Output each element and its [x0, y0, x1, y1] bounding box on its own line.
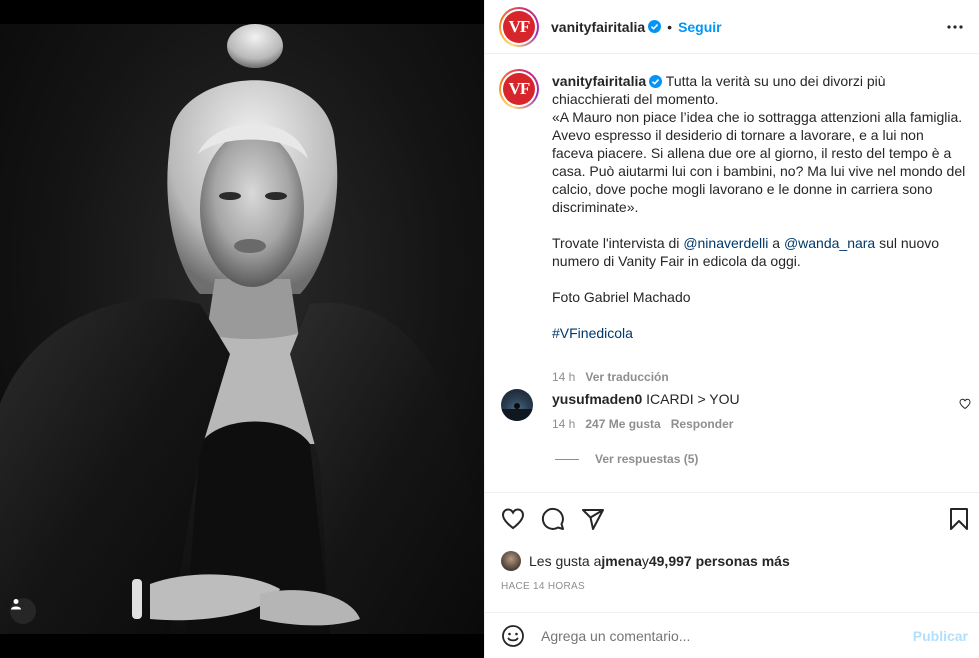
separator-dot: • — [667, 18, 673, 35]
comment-text: yusufmaden0 ICARDI > YOU — [552, 391, 740, 407]
user-tag-icon — [11, 599, 21, 610]
verified-badge-icon — [649, 75, 663, 88]
portrait-illustration — [0, 24, 484, 634]
heart-icon — [501, 508, 525, 530]
account-avatar[interactable]: VF — [499, 6, 539, 47]
like-comment-heart-icon[interactable] — [959, 398, 971, 410]
post-header: VF vanityfairitalia • Seguir — [485, 0, 979, 54]
comment-likes[interactable]: 247 Me gusta — [585, 417, 660, 431]
view-replies-button[interactable]: Ver respuestas (5) — [555, 452, 698, 466]
hashtag-link[interactable]: #VFinedicola — [552, 325, 633, 341]
likes-summary: Les gusta a jmena y 49,997 personas más — [501, 551, 790, 571]
commenter-avatar-image — [501, 403, 533, 421]
account-username[interactable]: vanityfairitalia — [551, 19, 645, 35]
caption-avatar[interactable]: VF — [499, 69, 539, 109]
see-translation-button[interactable]: Ver traducción — [585, 370, 668, 384]
vf-logo: VF — [503, 10, 535, 43]
save-button[interactable] — [948, 507, 970, 536]
mention-link[interactable]: @wanda_nara — [784, 235, 875, 251]
caption-username[interactable]: vanityfairitalia — [552, 73, 646, 89]
follow-button[interactable]: Seguir — [678, 19, 722, 35]
caption-time: 14 h — [552, 370, 576, 384]
comment-icon — [541, 507, 564, 530]
caption-meta: 14 h Ver traducción — [552, 368, 966, 386]
replies-divider — [555, 458, 579, 460]
vf-logo: VF — [503, 73, 535, 105]
verified-badge-icon — [648, 20, 662, 33]
commenter-username[interactable]: yusufmaden0 — [552, 391, 642, 407]
publish-button[interactable]: Publicar — [913, 628, 968, 644]
comment-time: 14 h — [552, 417, 576, 431]
comment-button[interactable] — [541, 507, 565, 536]
caption-body: Tutta la verità su uno dei divorzi più c… — [552, 73, 966, 251]
post-actions: Les gusta a jmena y 49,997 personas más … — [485, 492, 979, 608]
comments-area: VF vanityfairitalia Tutta la verità su u… — [485, 55, 979, 492]
likes-prefix: Les gusta a — [529, 553, 602, 569]
comment-body: ICARDI > YOU — [646, 391, 740, 407]
likes-count[interactable]: 49,997 personas más — [649, 553, 790, 569]
more-options-icon[interactable] — [946, 18, 964, 36]
post-timestamp[interactable]: HACE 14 HORAS — [501, 581, 585, 592]
share-button[interactable] — [581, 507, 605, 536]
tagged-users-button[interactable] — [10, 598, 36, 624]
emoji-icon[interactable] — [501, 624, 525, 648]
reply-button[interactable]: Responder — [671, 417, 734, 431]
comment-meta: 14 h 247 Me gusta Responder — [552, 417, 733, 431]
caption-body: a — [768, 235, 784, 251]
likes-connector: y — [641, 553, 649, 569]
like-button[interactable] — [501, 507, 525, 536]
post-photo-panel — [0, 0, 484, 658]
commenter-avatar[interactable] — [501, 389, 533, 421]
post-image[interactable] — [0, 24, 484, 634]
liker-avatar[interactable] — [501, 551, 521, 571]
share-icon — [582, 509, 604, 530]
caption-text: vanityfairitalia Tutta la verità su uno … — [552, 72, 966, 422]
comment-input[interactable] — [541, 627, 913, 644]
mention-link[interactable]: @ninaverdelli — [683, 235, 768, 251]
add-comment-bar: Publicar — [485, 612, 979, 658]
bookmark-icon — [950, 508, 968, 530]
liker-username[interactable]: jmena — [601, 553, 641, 569]
view-replies-label: Ver respuestas (5) — [595, 452, 699, 466]
post-sidebar: VF vanityfairitalia • Seguir VF vanityfa… — [484, 0, 979, 658]
